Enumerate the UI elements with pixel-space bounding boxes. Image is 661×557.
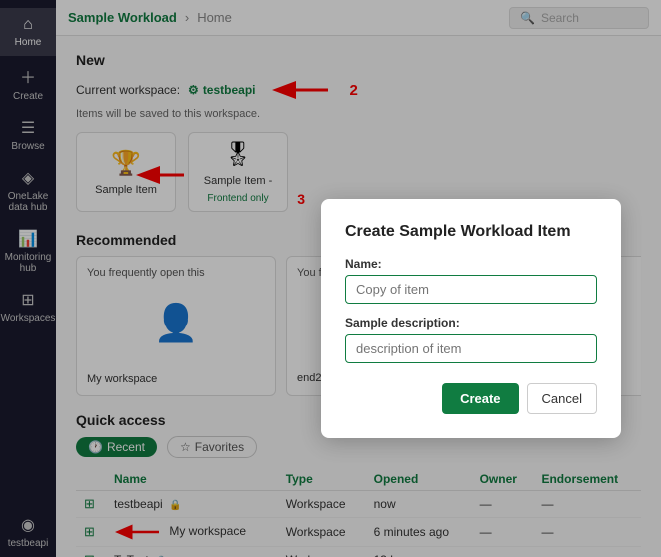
cancel-button[interactable]: Cancel: [527, 383, 597, 414]
name-input[interactable]: [345, 275, 597, 304]
name-label: Name:: [345, 257, 597, 271]
modal-title: Create Sample Workload Item: [345, 223, 597, 241]
create-item-modal: Create Sample Workload Item Name: Sample…: [321, 199, 621, 438]
desc-label: Sample description:: [345, 316, 597, 330]
create-button[interactable]: Create: [442, 383, 518, 414]
modal-overlay: Create Sample Workload Item Name: Sample…: [0, 0, 661, 557]
desc-input[interactable]: [345, 334, 597, 363]
modal-actions: Create Cancel: [345, 383, 597, 414]
